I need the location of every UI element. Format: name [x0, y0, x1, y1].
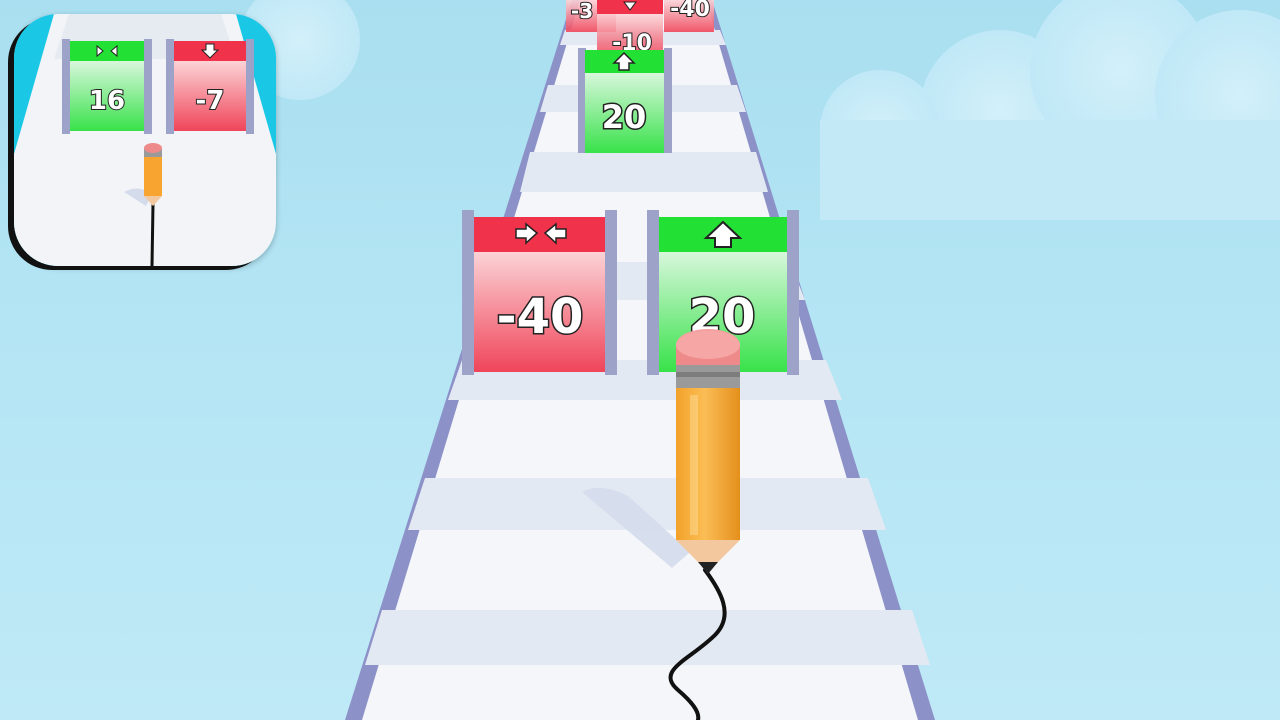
- pencil-player: [676, 329, 740, 574]
- icon-gate-value: 16: [89, 86, 125, 116]
- app-icon: 16 -7: [14, 14, 276, 266]
- gate-value: -40: [497, 289, 584, 345]
- gate-left: -40: [462, 210, 617, 375]
- gate-value: 20: [602, 98, 647, 136]
- icon-gate-value: -7: [196, 86, 225, 116]
- gate-value: -40: [670, 0, 710, 22]
- gate-value: -3: [571, 0, 593, 23]
